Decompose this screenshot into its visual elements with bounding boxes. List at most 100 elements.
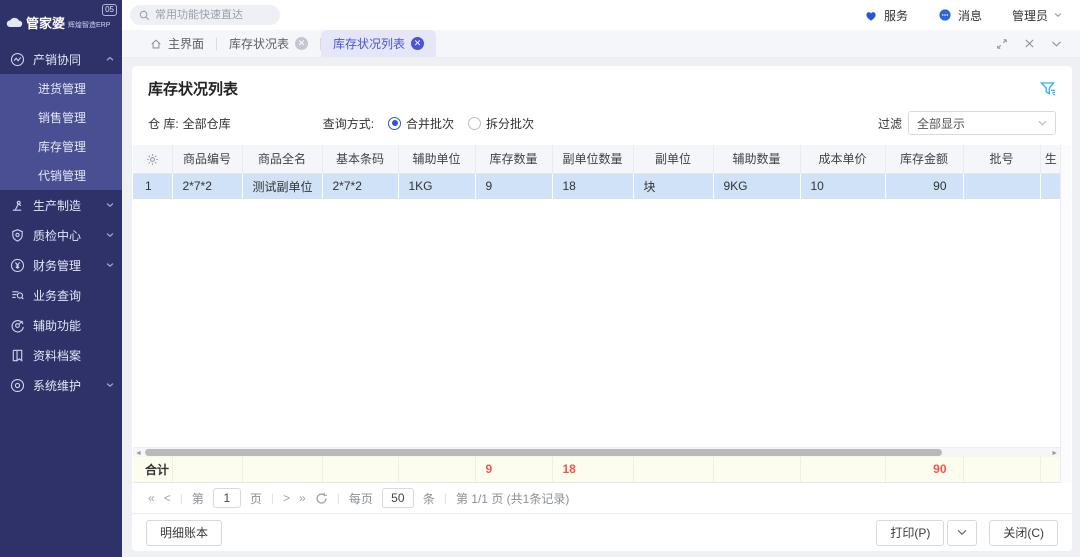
service-menu[interactable]: 服务: [864, 7, 908, 24]
tab-label: 库存状况列表: [333, 35, 405, 52]
shield-icon: [10, 228, 25, 243]
resize-icon[interactable]: [996, 38, 1008, 50]
search-input[interactable]: [155, 9, 271, 21]
sidebar-item-label: 业务查询: [33, 287, 81, 304]
sidebar-subitem-consignment[interactable]: 代销管理: [0, 161, 122, 190]
radio-unselected-icon: [468, 117, 481, 130]
filter-row: 仓 库: 全部仓库 查询方式: 合并批次 拆分批次: [132, 101, 1072, 145]
cell-aux-qty: 9KG: [713, 173, 800, 199]
column-header[interactable]: 辅助数量: [713, 145, 800, 173]
sidebar-item-label: 财务管理: [33, 257, 81, 274]
totals-stock-qty: 9: [475, 457, 552, 483]
cell-stock-qty: 9: [475, 173, 552, 199]
scroll-left-arrow-icon[interactable]: ◄: [135, 450, 142, 457]
column-header[interactable]: 辅助单位: [398, 145, 475, 173]
radio-split-batch[interactable]: 拆分批次: [468, 115, 534, 132]
pager-separator: |: [180, 491, 183, 505]
per-page-prefix: 每页: [349, 490, 373, 507]
column-header[interactable]: 库存数量: [475, 145, 552, 173]
tab-inventory-status-list[interactable]: 库存状况列表 ✕: [321, 30, 436, 57]
brand-name: 管家婆: [26, 13, 65, 32]
column-header[interactable]: 基本条码: [322, 145, 398, 173]
collapse-icon[interactable]: [1051, 40, 1062, 48]
warehouse-value[interactable]: 全部仓库: [183, 115, 231, 132]
close-icon[interactable]: [1024, 38, 1035, 49]
column-header[interactable]: 生: [1040, 145, 1062, 173]
grid-main: 商品编号 商品全名 基本条码 辅助单位 库存数量 副单位数量 副单位 辅助数量 …: [133, 145, 1060, 483]
sidebar-item-label: 生产制造: [33, 197, 81, 214]
sidebar-subitem-inventory[interactable]: 库存管理: [0, 132, 122, 161]
top-bar: 服务 消息 管理员: [122, 0, 1080, 30]
sidebar-subitem-sales[interactable]: 销售管理: [0, 103, 122, 132]
sidebar-item-business-query[interactable]: 业务查询: [0, 280, 122, 310]
totals-cell: [963, 457, 1040, 483]
scroll-right-arrow-icon[interactable]: ►: [1051, 450, 1058, 457]
search-icon: [139, 10, 150, 21]
last-page-button[interactable]: »: [299, 491, 306, 505]
column-header[interactable]: 副单位: [633, 145, 713, 173]
row-index: 1: [133, 173, 172, 199]
chevron-down-icon: [106, 382, 114, 388]
column-header[interactable]: 批号: [963, 145, 1040, 173]
sidebar: 管家婆 辉煌智造ERP 05 产销协同 进货管理 销售管理 库存管理 代销管理: [0, 0, 122, 557]
sidebar-item-archives[interactable]: 资料档案: [0, 340, 122, 370]
column-header[interactable]: 商品全名: [242, 145, 322, 173]
print-button[interactable]: 打印(P): [876, 520, 944, 546]
sidebar-item-quality[interactable]: 质检中心: [0, 220, 122, 250]
filter-label: 过滤: [878, 115, 902, 132]
user-menu[interactable]: 管理员: [1012, 7, 1062, 24]
tab-home[interactable]: 主界面: [138, 30, 216, 57]
cell-batch-no: [963, 173, 1040, 199]
tab-label: 主界面: [168, 35, 204, 52]
refresh-icon[interactable]: [315, 492, 328, 505]
cell-prod-date: [1040, 173, 1062, 199]
column-settings-header[interactable]: [133, 145, 172, 173]
user-label: 管理员: [1012, 7, 1048, 24]
totals-table: 合计 9 18 90: [133, 457, 1062, 484]
detail-ledger-button[interactable]: 明细账本: [146, 520, 222, 546]
close-button[interactable]: 关闭(C): [989, 520, 1058, 546]
data-grid: 商品编号 商品全名 基本条码 辅助单位 库存数量 副单位数量 副单位 辅助数量 …: [133, 145, 1071, 483]
page-number-input[interactable]: [213, 488, 241, 508]
sidebar-item-manufacturing[interactable]: 生产制造: [0, 190, 122, 220]
totals-subunit-qty: 18: [552, 457, 633, 483]
caret-down-icon: [1054, 12, 1062, 18]
sidebar-item-label: 系统维护: [33, 377, 81, 394]
message-menu[interactable]: 消息: [938, 7, 982, 24]
pager-separator: |: [271, 491, 274, 505]
column-header[interactable]: 副单位数量: [552, 145, 633, 173]
horizontal-scrollbar[interactable]: ◄ ►: [133, 447, 1060, 457]
radio-merge-batch[interactable]: 合并批次: [388, 115, 454, 132]
warehouse-label: 仓 库:: [148, 115, 179, 132]
sidebar-subitem-purchase[interactable]: 进货管理: [0, 74, 122, 103]
prev-page-button[interactable]: <: [164, 491, 171, 505]
close-tab-icon[interactable]: ✕: [295, 37, 308, 50]
message-label: 消息: [958, 7, 982, 24]
filter-funnel-icon[interactable]: [1040, 81, 1056, 96]
per-page-input[interactable]: [382, 488, 414, 508]
cell-cost-price: 10: [800, 173, 885, 199]
vertical-scrollbar[interactable]: [1060, 145, 1071, 483]
sidebar-item-finance[interactable]: 财务管理: [0, 250, 122, 280]
chat-bubble-icon: [938, 8, 952, 22]
sidebar-item-production-sales[interactable]: 产销协同: [0, 44, 122, 74]
close-tab-icon[interactable]: ✕: [411, 37, 424, 50]
filter-select[interactable]: 全部显示: [908, 111, 1056, 135]
sidebar-item-system[interactable]: 系统维护: [0, 370, 122, 400]
next-page-button[interactable]: >: [283, 491, 290, 505]
table-row[interactable]: 1 2*7*2 测试副单位 2*7*2 1KG 9 18 块 9KG 10: [133, 173, 1062, 199]
grid-empty-area: [133, 199, 1060, 447]
scrollbar-thumb[interactable]: [145, 449, 942, 456]
totals-cell: [172, 457, 242, 483]
print-dropdown-button[interactable]: [947, 520, 977, 546]
tab-inventory-status[interactable]: 库存状况表 ✕: [217, 30, 320, 57]
first-page-button[interactable]: «: [148, 491, 155, 505]
radio-label: 合并批次: [406, 115, 454, 132]
pager-summary: 第 1/1 页 (共1条记录): [456, 490, 569, 507]
column-header[interactable]: 成本单价: [800, 145, 885, 173]
totals-cell: [800, 457, 885, 483]
column-header[interactable]: 库存金额: [885, 145, 963, 173]
sidebar-item-auxiliary[interactable]: 辅助功能: [0, 310, 122, 340]
quick-search[interactable]: [130, 5, 280, 25]
column-header[interactable]: 商品编号: [172, 145, 242, 173]
